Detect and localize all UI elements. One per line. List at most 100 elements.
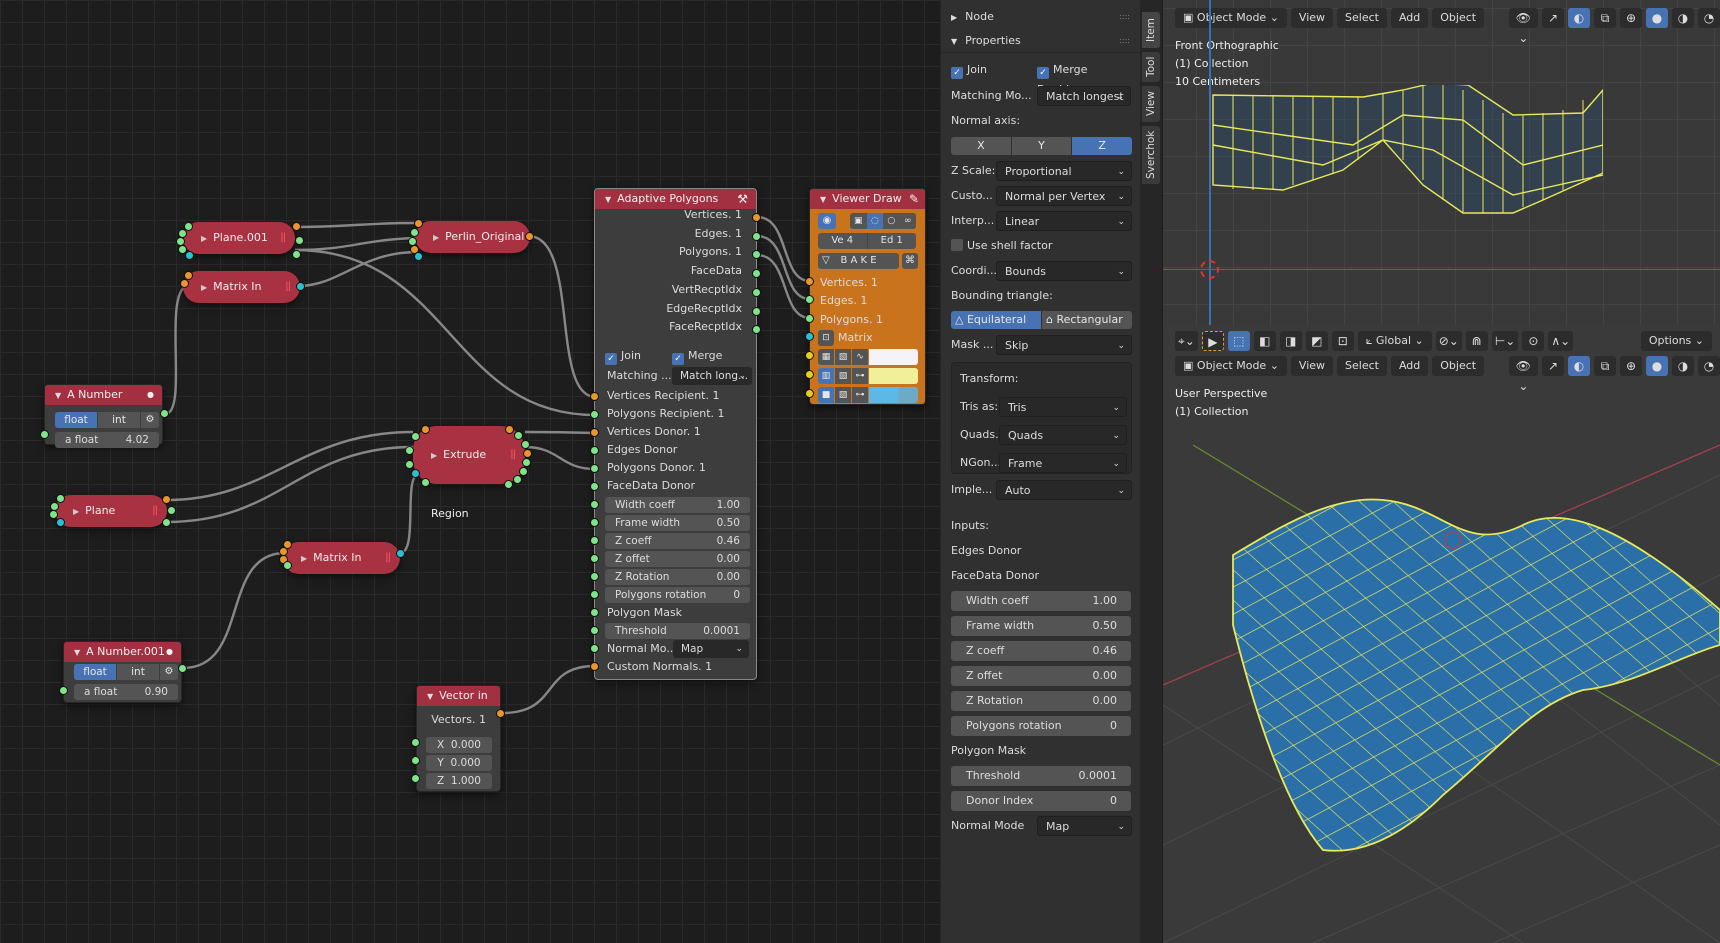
socket[interactable] [178, 664, 187, 673]
socket[interactable] [805, 351, 814, 360]
socket[interactable] [752, 213, 761, 222]
node-a-number[interactable]: ▼ A Number ● float int ⚙ a float 4.02 [44, 384, 163, 448]
normal-mode-dropdown[interactable]: Map ⌄ [673, 640, 749, 658]
param-field[interactable]: Z coeff 0.46 [951, 641, 1131, 661]
socket[interactable] [180, 279, 189, 288]
socket[interactable] [40, 430, 49, 439]
param-field[interactable]: Width coeff 1.00 [605, 497, 750, 513]
orientation-dropdown[interactable]: ⟀ Global ⌄ [1357, 331, 1432, 351]
gear-icon[interactable]: ⚙ [160, 664, 178, 680]
overlay-icon[interactable]: ◐ [1568, 356, 1590, 376]
socket[interactable] [805, 295, 814, 304]
vector-y-field[interactable]: Y 0.000 [426, 755, 492, 771]
socket[interactable] [590, 590, 599, 599]
coord-dropdown[interactable]: Bounds ⌄ [996, 261, 1132, 281]
gear-icon[interactable]: ⚙ [141, 412, 159, 428]
socket[interactable] [296, 282, 305, 291]
socket[interactable] [590, 464, 599, 473]
node-viewer-draw[interactable]: ▼ Viewer Draw ✎ ◉ ▣ ◌ ○ ∞ Ve 4 Ed 1 ▽ B A K… [809, 188, 926, 405]
node-adaptive-polygons[interactable]: ▼ Adaptive Polygons ⚒ Vertices. 1 Edges. 1 P… [594, 188, 757, 680]
snap-icon[interactable]: ⋒ [1465, 331, 1488, 351]
socket[interactable] [162, 518, 171, 527]
shading-rendered-icon[interactable]: ◔ [1698, 356, 1720, 376]
join-checkbox[interactable]: ✓ Join [605, 348, 641, 365]
mode-dropdown[interactable]: ▣ Object Mode ⌄ [1175, 8, 1287, 28]
quads-dropdown[interactable]: Quads ⌄ [999, 425, 1127, 445]
vertex-color-swatch[interactable] [869, 349, 918, 365]
socket[interactable] [513, 475, 522, 484]
mask-dropdown[interactable]: Skip ⌄ [996, 335, 1132, 355]
bake-button[interactable]: ▽ B A K E [818, 253, 899, 269]
socket[interactable] [162, 495, 171, 504]
socket[interactable] [410, 228, 419, 237]
socket[interactable] [411, 756, 420, 765]
pencil-icon[interactable]: ✎ [909, 189, 919, 209]
ngon-dropdown[interactable]: Frame ⌄ [999, 453, 1127, 473]
viewport-user-perspective[interactable]: ⌖⌄ ▶ ⬚ ◧ ◨ ◩ ⊡ ⟀ Global ⌄ ⊘⌄ ⋒ ⊢⌄ ⊙ ∧⌄ O… [1163, 325, 1720, 943]
shading-material-icon[interactable]: ◑ [1672, 356, 1694, 376]
axis-z-button[interactable]: Z [1072, 137, 1132, 155]
select-intersect-icon[interactable]: ⊡ [1331, 331, 1354, 351]
xray-icon[interactable]: ⧉ [1594, 8, 1616, 28]
z-scale-dropdown[interactable]: Proportional ⌄ [996, 161, 1132, 181]
socket[interactable] [752, 306, 761, 316]
socket[interactable] [590, 662, 599, 671]
param-field[interactable]: Width coeff 1.00 [951, 591, 1131, 611]
socket[interactable] [405, 460, 414, 469]
menu-object[interactable]: Object [1432, 356, 1485, 376]
shading-wireframe-icon[interactable]: ⊕ [1620, 8, 1642, 28]
socket[interactable] [295, 236, 304, 245]
normal-axis-selector[interactable]: X Y Z [951, 137, 1132, 155]
menu-add[interactable]: Add [1390, 356, 1429, 376]
merge-doubles-checkbox[interactable]: ✓Merge Dou... [672, 348, 756, 379]
xray-icon[interactable]: ⧉ [1594, 356, 1616, 376]
rectangular-button[interactable]: ⌂ Rectangular [1042, 311, 1132, 329]
gizmo-icon[interactable]: ↗ [1542, 356, 1564, 376]
socket[interactable] [805, 277, 814, 286]
eye-icon[interactable]: ◉ [818, 213, 836, 229]
node-perlin[interactable]: ▶ Perlin_Original + (0 [415, 221, 530, 253]
shading-rendered-icon[interactable]: ◔ [1698, 8, 1720, 28]
param-field[interactable]: Polygons rotation 0 [605, 587, 750, 603]
param-field[interactable]: Z offet 0.00 [605, 551, 750, 567]
visibility-icon[interactable]: 👁⌄ [1508, 356, 1538, 393]
transform-pivot-icon[interactable]: ⌖⌄ [1175, 331, 1198, 351]
select-invert-icon[interactable]: ◩ [1305, 331, 1328, 351]
socket[interactable] [396, 549, 405, 558]
edge-color-row[interactable]: ▥ ▧ ⊶ [818, 368, 918, 384]
tab-item[interactable]: Item [1142, 12, 1160, 48]
merge-doubles-checkbox[interactable]: ✓Merge Doubles [1037, 60, 1130, 96]
edge-color-swatch[interactable] [869, 368, 918, 384]
a-float-field[interactable]: a float 0.90 [74, 684, 178, 700]
socket[interactable] [590, 482, 599, 491]
interp-dropdown[interactable]: Linear ⌄ [996, 211, 1132, 231]
shading-material-icon[interactable]: ◑ [1672, 8, 1694, 28]
socket[interactable] [805, 332, 814, 341]
socket[interactable] [185, 251, 194, 260]
tab-view[interactable]: View [1142, 86, 1160, 122]
socket[interactable] [421, 478, 430, 487]
socket[interactable] [283, 561, 292, 570]
socket[interactable] [590, 626, 599, 635]
circle-icon[interactable]: ○ [883, 213, 900, 229]
node-plane[interactable]: ▶ Plane || [55, 495, 167, 527]
mode-float-button[interactable]: float [55, 412, 97, 428]
param-field[interactable]: Frame width 0.50 [605, 515, 750, 531]
select-box-icon[interactable]: ⬚ [1227, 331, 1250, 351]
socket[interactable] [805, 389, 814, 398]
socket[interactable] [411, 469, 420, 478]
node-matrix-in[interactable]: ▶ Matrix In || [183, 271, 300, 303]
donor-index-field[interactable]: Donor Index 0 [951, 791, 1131, 811]
socket[interactable] [805, 314, 814, 323]
axis-y-button[interactable]: Y [1011, 137, 1072, 155]
tab-tool[interactable]: Tool [1142, 52, 1160, 82]
socket[interactable] [522, 458, 531, 467]
socket[interactable] [160, 409, 169, 418]
socket[interactable] [514, 431, 523, 440]
node-a-number-001[interactable]: ▼ A Number.001 ● float int ⚙ a float 0.90 [63, 641, 182, 703]
vector-z-field[interactable]: Z 1.000 [426, 773, 492, 789]
socket[interactable] [590, 446, 599, 455]
socket[interactable] [752, 287, 761, 297]
wrench-icon[interactable]: ⚒ [737, 189, 748, 209]
socket[interactable] [590, 518, 599, 527]
